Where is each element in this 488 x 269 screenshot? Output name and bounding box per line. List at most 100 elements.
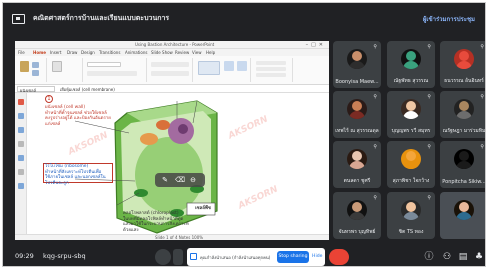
font-format-buttons [87, 71, 137, 76]
shape-icon [18, 169, 24, 175]
participant-tile[interactable]: ⚲ ณรัฐษฎา มาร่วมทิม [440, 91, 486, 138]
mic-off-icon: ⚲ [427, 44, 431, 50]
avatar-head [459, 151, 469, 161]
avatar [401, 49, 421, 69]
participant-tile[interactable]: ⚲ เทพไร้ ณ สุวรรณดุล [333, 91, 381, 138]
mic-off-icon: ⚲ [373, 94, 377, 100]
selected-object-text: เยื่อหุ้มเซลล์ (cell membrane) [60, 87, 115, 92]
new-slide-icon [52, 61, 62, 72]
bottom-bar: 09:29 kqg-srpu-sbq คุณกำลังนำเสนอ (กำลัง… [3, 246, 485, 266]
ppt-tab: Design [81, 50, 95, 55]
camera-button[interactable] [173, 249, 183, 265]
participant-tile[interactable]: ⚲ ชิต TS ทอง [387, 192, 435, 239]
ppt-tab: View [192, 50, 202, 55]
pointer-icon [18, 99, 24, 105]
window-controls-icon: –□✕ [305, 42, 326, 48]
avatar-body [349, 212, 365, 220]
ppt-tab: Transitions [99, 50, 121, 55]
avatar [347, 149, 367, 169]
meet-window: คณิตศาสตร์การบ้านและเรียนแบบตะบวนการ ผู้… [2, 2, 486, 267]
stop-sharing-button[interactable]: Stop sharing [277, 251, 309, 263]
more-options-icon[interactable]: ⊖ [189, 176, 197, 184]
participant-tile[interactable]: ⚲ สุภาพิชา ใจกว้าง [387, 141, 435, 188]
participant-tile[interactable]: ⚲ ธนวรรณ อ้นอินทร์ [440, 41, 485, 88]
ppt-tab: Slide Show [151, 50, 173, 55]
avatar-body [456, 161, 472, 169]
avatar-body [403, 161, 419, 169]
ppt-status-bar: Slide 1 of 4 Notes 100% [15, 234, 329, 240]
participant-tile[interactable] [440, 192, 485, 239]
list-buttons [151, 62, 189, 67]
participant-name: ชิต TS ทอง [398, 229, 424, 235]
meeting-clock: 09:29 [15, 252, 34, 260]
mic-off-icon: ⚲ [427, 144, 431, 150]
ppt-ribbon-tabs: File Home Insert Draw Design Transitions… [15, 49, 329, 56]
align-buttons [151, 71, 189, 76]
mic-off-icon: ⚲ [480, 44, 484, 50]
avatar-head [459, 51, 469, 61]
participant-tile[interactable]: ⚲ Ponpitcha Sikiw... [440, 141, 486, 188]
ribbon-group-drawing [195, 58, 251, 82]
ribbon-group-paragraph [149, 58, 193, 82]
pen-icon [18, 113, 24, 119]
shared-screen: Using Bastion Architecture - PowerPoint … [15, 41, 329, 240]
ppt-tab: Help [206, 50, 216, 55]
avatar [347, 49, 367, 69]
presentation-icon [12, 14, 25, 24]
avatar-head [352, 202, 362, 212]
avatar-body [456, 61, 472, 69]
avatar-body [403, 111, 419, 119]
participant-tile[interactable]: ⚲ Boonyisa Maew... [333, 41, 381, 88]
avatar-head [352, 101, 362, 111]
mic-off-icon: ⚲ [480, 144, 484, 150]
ppt-document-title: Using Bastion Architecture - PowerPoint [135, 42, 215, 47]
avatar [401, 200, 421, 220]
ppt-left-toolbar [15, 93, 27, 234]
avatar-body [403, 212, 419, 220]
find-button [256, 61, 286, 65]
top-bar: คณิตศาสตร์การบ้านและเรียนแบบตะบวนการ ผู้… [3, 3, 485, 35]
avatar [347, 99, 367, 119]
avatar [454, 99, 474, 119]
participant-tile[interactable]: ⚲ จันทรพร บุญทิพย์ [333, 192, 381, 239]
end-call-button[interactable] [329, 249, 349, 265]
meeting-title: คณิตศาสตร์การบ้านและเรียนแบบตะบวนการ [33, 14, 170, 22]
text-icon [18, 155, 24, 161]
participants-link[interactable]: ผู้เข้าร่วมการประชุม [423, 14, 475, 24]
participant-tile[interactable]: ⚲ ณัฐพัทธ สุวรรณ [387, 41, 435, 88]
participant-name: สุภาพิชา ใจกว้าง [392, 178, 430, 184]
presenting-text: คุณกำลังนำเสนอ (กำลังนำเสนอทุกคน) [200, 255, 271, 260]
hide-button[interactable]: Hide [312, 254, 322, 259]
eraser-tool-icon[interactable]: ⌫ [175, 176, 185, 184]
participant-name: Boonyisa Maew... [335, 79, 379, 85]
participant-name: ตนลดา ชูศรี [343, 178, 371, 184]
mic-off-icon: ⚲ [427, 94, 431, 100]
activities-icon[interactable]: ♣ [473, 251, 485, 263]
participant-name: ธนวรรณ อ้นอินทร์ [444, 78, 484, 84]
ppt-tab: Home [33, 50, 46, 55]
people-icon[interactable]: ⚇ [441, 251, 453, 263]
cell-wall-caption: ผนังเซลล์ (cell wall) ทำหน้าที่ค้ำจุนเซล… [45, 105, 111, 127]
participant-tile[interactable]: ⚲ บุญญพร รวี สมุทร [387, 91, 435, 138]
eraser-icon [18, 141, 24, 147]
pen-tool-icon[interactable]: ✎ [161, 176, 169, 184]
mic-button[interactable] [155, 249, 171, 265]
participant-name: Ponpitcha Sikiw... [442, 179, 486, 185]
ppt-tab: Animations [125, 50, 148, 55]
info-icon[interactable]: ⓘ [423, 251, 435, 263]
name-box: ผนังเซลล์ [17, 86, 55, 93]
ppt-tab: Review [175, 50, 190, 55]
avatar [454, 200, 474, 220]
select-icon [18, 183, 24, 189]
participant-name: บุญญพร รวี สมุทร [391, 128, 431, 134]
step-badge: 1 [45, 95, 53, 103]
avatar-head [352, 51, 362, 61]
font-name-field [87, 62, 121, 67]
participant-name: เทพไร้ ณ สุวรรณดุล [335, 128, 379, 134]
chat-icon[interactable]: ▤ [457, 251, 469, 263]
avatar [454, 49, 474, 69]
participant-tile[interactable]: ⚲ ตนลดา ชูศรี [333, 141, 381, 188]
participant-name: ณรัฐษฎา มาร่วมทิม [442, 128, 486, 134]
ppt-status-text: Slide 1 of 4 Notes 100% [155, 235, 204, 240]
ribosome-caption: ไรโบโซม (ribosome) ทำหน้าที่สังเคราะห์โป… [45, 164, 106, 186]
